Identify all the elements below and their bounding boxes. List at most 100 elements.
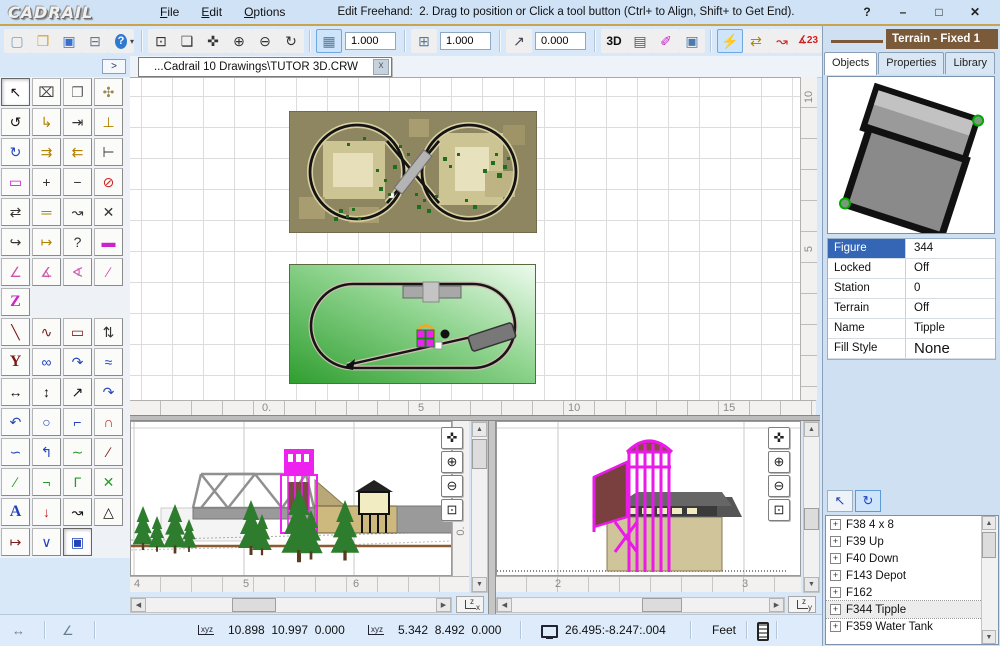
tree-item[interactable]: + F38 4 x 8	[826, 516, 998, 533]
polygon-tool[interactable]: △	[94, 498, 123, 526]
branch-tool[interactable]: Y	[1, 348, 30, 376]
open-file-button[interactable]: ❒	[30, 29, 56, 53]
side-view-vscrollbar[interactable]: ▲ ▼	[803, 421, 820, 593]
query-tool[interactable]: ?	[63, 228, 92, 256]
snap-grid-button[interactable]: ⊞	[411, 29, 437, 53]
print-button[interactable]: ⊟	[82, 29, 108, 53]
text-tool[interactable]: A	[1, 498, 30, 526]
connect-tool[interactable]: ⇉	[32, 138, 61, 166]
fillet-tool[interactable]: ∕	[94, 438, 123, 466]
palette-expander-button[interactable]: >	[102, 59, 126, 74]
stretch-tool[interactable]: ═	[32, 198, 61, 226]
tab-close-button[interactable]: x	[373, 59, 389, 75]
angle-field[interactable]	[535, 32, 586, 50]
redraw-button[interactable]: ↻	[278, 29, 304, 53]
help-dropdown-arrow[interactable]: ▾	[130, 37, 134, 46]
scroll-thumb[interactable]	[642, 598, 682, 612]
insert-image-tool[interactable]: ▣	[63, 528, 92, 556]
tree-item[interactable]: + F344 Tipple	[826, 601, 998, 618]
tab-properties[interactable]: Properties	[878, 52, 944, 74]
break-tool[interactable]: ⊘	[94, 168, 123, 196]
green-curve-tool[interactable]: ∼	[63, 438, 92, 466]
z-grade-tool[interactable]: Z	[1, 288, 30, 316]
scroll-thumb[interactable]	[982, 532, 996, 558]
scroll-thumb[interactable]	[472, 439, 487, 469]
rectangle-tool[interactable]: ▭	[63, 318, 92, 346]
track-style-button[interactable]: ⇄	[743, 29, 769, 53]
curve-tool[interactable]: ↷	[63, 348, 92, 376]
circle-tool[interactable]: ○	[32, 408, 61, 436]
flashlight-button[interactable]: ⚡	[717, 29, 743, 53]
endpoint-style-button[interactable]: ↝	[769, 29, 795, 53]
cross-tool[interactable]: ✕	[94, 198, 123, 226]
scroll-down-button[interactable]: ▼	[982, 630, 996, 644]
length-lock-icon[interactable]: ↔	[12, 623, 25, 638]
corner-arc-tool[interactable]: ⌐	[63, 408, 92, 436]
property-row[interactable]: Name Tipple	[828, 319, 995, 339]
diagonal-size-tool[interactable]: ↗	[63, 378, 92, 406]
line-tool[interactable]: ╲	[1, 318, 30, 346]
zoom-in-button[interactable]: ⊕	[768, 451, 790, 473]
minimize-button[interactable]: –	[888, 3, 918, 21]
scroll-up-button[interactable]: ▲	[804, 422, 819, 437]
arc-left-tool[interactable]: ↶	[1, 408, 30, 436]
pan-view-button[interactable]: ✜	[200, 29, 226, 53]
property-row[interactable]: Figure 344	[828, 239, 995, 259]
grade-tool-1[interactable]: ∠	[1, 258, 30, 286]
reverse-tool[interactable]: ↻	[1, 138, 30, 166]
sync-list-button[interactable]: ↻	[855, 490, 881, 512]
select-tool[interactable]: ↖	[1, 78, 30, 106]
angle-lock-icon[interactable]: ∠	[62, 623, 74, 639]
rotate-tool[interactable]: ↺	[1, 108, 30, 136]
tab-objects[interactable]: Objects	[824, 52, 877, 75]
zoom-in-button[interactable]: ⊕	[226, 29, 252, 53]
paint-terrain-button[interactable]: ✐	[653, 29, 679, 53]
pan-view-button[interactable]: ✜	[441, 427, 463, 449]
new-file-button[interactable]: ▢	[4, 29, 30, 53]
polyline-tool[interactable]: ∿	[32, 318, 61, 346]
maximize-button[interactable]: □	[924, 3, 954, 21]
scroll-right-button[interactable]: ▶	[769, 598, 784, 612]
scroll-right-button[interactable]: ▶	[436, 598, 451, 612]
grid-size-field[interactable]	[345, 32, 396, 50]
three-point-arc-tool[interactable]: ∩	[94, 408, 123, 436]
select-object-button[interactable]: ↖	[827, 490, 853, 512]
plan-view-canvas[interactable]	[130, 77, 800, 401]
measure-tool[interactable]: ↦	[32, 228, 61, 256]
expand-icon[interactable]: +	[830, 536, 841, 547]
protractor-tool[interactable]: ∨	[32, 528, 61, 556]
remove-section-tool[interactable]: −	[63, 168, 92, 196]
disconnect-tool[interactable]: ⇇	[63, 138, 92, 166]
car-tool[interactable]: ▬	[94, 228, 123, 256]
vertical-splitter[interactable]	[488, 421, 496, 614]
front-view-hscrollbar[interactable]: ◀ ▶	[130, 597, 452, 613]
zoom-out-button[interactable]: ⊖	[441, 475, 463, 497]
snap-size-field[interactable]	[440, 32, 491, 50]
document-tab[interactable]: ...Cadrail 10 Drawings\TUTOR 3D.CRW x	[138, 57, 392, 77]
dimension-tool[interactable]: ↦	[1, 528, 30, 556]
add-section-tool[interactable]: +	[32, 168, 61, 196]
close-button[interactable]: ✕	[960, 3, 990, 21]
zoom-window-button[interactable]: ⊡	[768, 499, 790, 521]
fillet-green-tool[interactable]: ∕	[1, 468, 30, 496]
pan-view-button[interactable]: ✜	[768, 427, 790, 449]
tree-item[interactable]: + F40 Down	[826, 550, 998, 567]
explode-tool[interactable]: ✣	[94, 78, 123, 106]
zoom-in-button[interactable]: ⊕	[441, 451, 463, 473]
v-size-tool[interactable]: ↕	[32, 378, 61, 406]
front-view-vscrollbar[interactable]: ▲ ▼	[471, 421, 488, 593]
spiral-tool[interactable]: ↰	[32, 438, 61, 466]
tree-item[interactable]: + F39 Up	[826, 533, 998, 550]
curve-endpoint-tool[interactable]: ↪	[1, 228, 30, 256]
property-row[interactable]: Fill Style None	[828, 339, 995, 359]
3d-track-button[interactable]: ▤	[627, 29, 653, 53]
move-endpoint-tool[interactable]: ↳	[32, 108, 61, 136]
scroll-down-button[interactable]: ▼	[804, 577, 819, 592]
bezier-tool[interactable]: ↝	[63, 498, 92, 526]
scroll-down-button[interactable]: ▼	[472, 577, 487, 592]
copy-tool[interactable]: ❐	[63, 78, 92, 106]
scroll-left-button[interactable]: ◀	[131, 598, 146, 612]
expand-icon[interactable]: +	[830, 587, 841, 598]
delete-tool[interactable]: ⌧	[32, 78, 61, 106]
side-view-hscrollbar[interactable]: ◀ ▶	[496, 597, 785, 613]
